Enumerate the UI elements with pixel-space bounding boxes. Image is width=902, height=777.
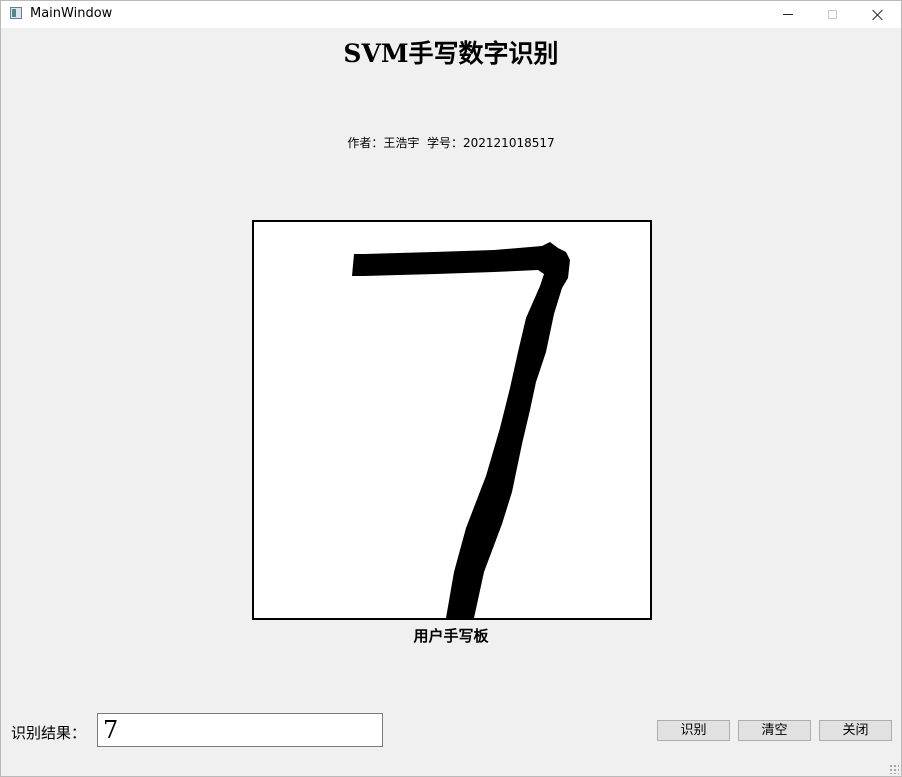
author-info: 作者：王浩宇 学号：202121018517	[347, 136, 555, 150]
app-icon	[10, 7, 22, 19]
title-bar[interactable]: MainWindow	[1, 1, 901, 28]
clear-button[interactable]: 清空	[738, 720, 811, 741]
handwriting-canvas[interactable]	[252, 220, 652, 620]
close-icon	[872, 9, 884, 21]
handwritten-stroke	[352, 242, 570, 618]
minimize-icon	[783, 14, 793, 15]
recognize-button[interactable]: 识别	[657, 720, 730, 741]
canvas-caption: 用户手写板	[413, 627, 489, 645]
resize-grip-icon[interactable]	[889, 764, 899, 774]
result-label: 识别结果：	[11, 724, 87, 742]
close-window-button[interactable]	[855, 1, 901, 28]
maximize-button[interactable]	[809, 1, 855, 28]
maximize-icon	[827, 10, 837, 19]
main-window: MainWindow SVM手写数字识别 作者：王浩宇 学号：202121018…	[0, 0, 902, 777]
window-title: MainWindow	[30, 6, 113, 21]
minimize-button[interactable]	[765, 1, 811, 28]
close-button[interactable]: 关闭	[819, 720, 892, 741]
page-title: SVM手写数字识别	[343, 39, 559, 68]
result-field[interactable]: 7	[97, 713, 383, 747]
